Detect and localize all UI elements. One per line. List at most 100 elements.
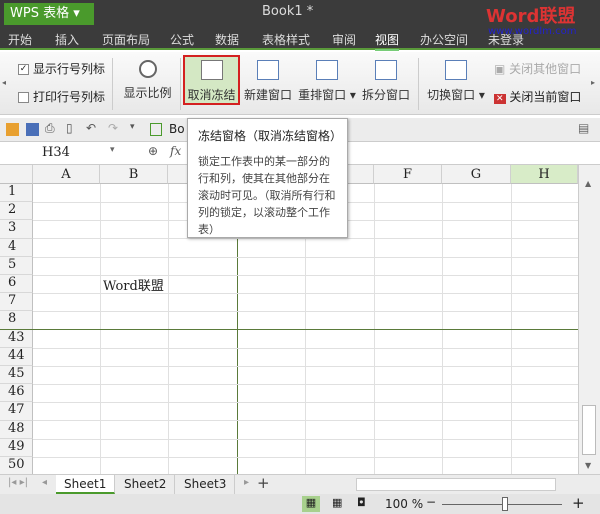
redo-icon[interactable]: ↷ bbox=[108, 121, 118, 135]
grid-line bbox=[33, 311, 578, 313]
row-header-2[interactable]: 2 bbox=[0, 202, 33, 221]
label: 重排窗口 bbox=[298, 88, 347, 102]
add-sheet-icon[interactable]: + bbox=[257, 474, 270, 492]
page-break-view-icon[interactable]: ▦ bbox=[332, 496, 342, 509]
grid-line bbox=[33, 384, 578, 385]
column-header-H[interactable]: H bbox=[511, 165, 578, 184]
row-header-44[interactable]: 44 bbox=[0, 347, 33, 366]
row-header-49[interactable]: 49 bbox=[0, 438, 33, 457]
switch-window-button[interactable]: 切换窗口 ▾ bbox=[426, 54, 486, 103]
menu-6[interactable]: 审阅 bbox=[332, 31, 356, 48]
column-header-A[interactable]: A bbox=[33, 165, 100, 184]
arrange-icon bbox=[316, 60, 338, 80]
row-header-4[interactable]: 4 bbox=[0, 238, 33, 257]
print-headers-checkbox[interactable]: 打印行号列标 bbox=[18, 88, 105, 105]
menu-2[interactable]: 页面布局 bbox=[102, 31, 150, 48]
column-header-B[interactable]: B bbox=[100, 165, 168, 184]
menu-4[interactable]: 数据 bbox=[215, 31, 239, 48]
row-header-48[interactable]: 48 bbox=[0, 420, 33, 439]
row-header-3[interactable]: 3 bbox=[0, 220, 33, 239]
new-window-icon bbox=[257, 60, 279, 80]
menu-7[interactable]: 视图 bbox=[375, 31, 400, 51]
label: 取消冻结 bbox=[187, 88, 236, 102]
sheet-tab-2[interactable]: Sheet2 bbox=[116, 475, 176, 494]
column-header-G[interactable]: G bbox=[442, 165, 511, 184]
fx-icon[interactable]: fx bbox=[170, 144, 181, 158]
zoom-button[interactable]: 显示比例 bbox=[120, 54, 175, 101]
workbook-tab[interactable]: Bo bbox=[169, 122, 185, 136]
zoom-slider-thumb[interactable] bbox=[502, 497, 508, 511]
name-box-dropdown-icon[interactable]: ▾ bbox=[110, 145, 115, 155]
tooltip-body: 锁定工作表中的某一部分的行和列，使其在其他部分在滚动时可见。（取消所有行和列的锁… bbox=[198, 155, 336, 236]
sheet-tab-3[interactable]: Sheet3 bbox=[176, 475, 236, 494]
zoom-out-icon[interactable]: − bbox=[426, 495, 436, 509]
select-all-corner[interactable] bbox=[0, 165, 33, 184]
prev-sheet-icon[interactable]: ◂ bbox=[42, 477, 47, 488]
status-bar: ▦ ▦ ◘ 100 % − + bbox=[0, 494, 600, 514]
row-header-6[interactable]: 6 bbox=[0, 275, 33, 294]
grid-line bbox=[33, 438, 578, 440]
menu-8[interactable]: 办公空间 bbox=[420, 31, 468, 48]
grid-line bbox=[33, 238, 578, 240]
zoom-lookup-icon[interactable]: ⊕ bbox=[148, 144, 158, 158]
open-icon[interactable] bbox=[6, 123, 19, 136]
row-header-7[interactable]: 7 bbox=[0, 293, 33, 312]
label: 显示比例 bbox=[123, 86, 172, 100]
checkbox-unchecked[interactable] bbox=[18, 92, 29, 103]
zoom-in-icon[interactable]: + bbox=[572, 494, 585, 512]
row-header-8[interactable]: 8 bbox=[0, 311, 33, 330]
preview-icon[interactable]: ▯ bbox=[66, 121, 73, 135]
watermark-url: www.wordlm.com bbox=[488, 26, 577, 37]
label: 切换窗口 bbox=[427, 88, 476, 102]
grid-line bbox=[33, 402, 578, 404]
title-bar: WPS 表格 ▾ Book1 * Word联盟 bbox=[0, 0, 600, 28]
menu-3[interactable]: 公式 bbox=[170, 31, 194, 48]
print-icon[interactable]: ⎙ bbox=[45, 121, 55, 136]
name-box[interactable]: H34 bbox=[4, 144, 120, 162]
row-header-46[interactable]: 46 bbox=[0, 384, 33, 403]
scroll-up-icon[interactable]: ▲ bbox=[585, 179, 591, 188]
checkbox-checked[interactable]: ✓ bbox=[18, 64, 29, 75]
close-other-windows-button[interactable]: ▣ 关闭其他窗口 bbox=[494, 60, 581, 77]
grid-line bbox=[33, 420, 578, 422]
label: 打印行号列标 bbox=[33, 90, 106, 104]
column-header-F[interactable]: F bbox=[374, 165, 442, 184]
show-headers-checkbox[interactable]: ✓ 显示行号列标 bbox=[18, 60, 105, 77]
row-header-45[interactable]: 45 bbox=[0, 366, 33, 385]
app-name: WPS 表格 bbox=[10, 6, 70, 21]
cell-b6[interactable]: Word联盟 bbox=[103, 275, 164, 294]
ribbon-scroll-right[interactable]: ▸ bbox=[591, 78, 595, 87]
full-screen-icon[interactable]: ◘ bbox=[357, 496, 366, 509]
row-header-50[interactable]: 50 bbox=[0, 457, 33, 476]
arrange-windows-button[interactable]: 重排窗口 ▾ bbox=[297, 54, 357, 103]
sheet-tab-1[interactable]: Sheet1 bbox=[56, 475, 116, 494]
row-header-5[interactable]: 5 bbox=[0, 256, 33, 275]
vertical-scrollbar[interactable]: ▲ ▼ bbox=[578, 165, 600, 474]
row-header-1[interactable]: 1 bbox=[0, 184, 33, 203]
first-sheet-icon[interactable]: |◂ ▸| bbox=[8, 477, 28, 488]
customize-dropdown-icon[interactable]: ▾ bbox=[130, 122, 135, 132]
normal-view-icon[interactable]: ▦ bbox=[302, 496, 320, 512]
menu-5[interactable]: 表格样式 bbox=[262, 31, 310, 48]
save-icon[interactable] bbox=[26, 123, 39, 136]
label: 关闭其他窗口 bbox=[509, 62, 582, 76]
unfreeze-button[interactable]: 取消冻结 bbox=[183, 55, 240, 105]
close-current-window-button[interactable]: ✕ 关闭当前窗口 bbox=[494, 88, 581, 105]
scroll-thumb[interactable] bbox=[582, 405, 596, 455]
app-menu-button[interactable]: WPS 表格 ▾ bbox=[4, 3, 94, 25]
workbook-icon bbox=[150, 123, 162, 136]
next-sheet-icon[interactable]: ▸ bbox=[244, 477, 249, 488]
new-window-button[interactable]: 新建窗口 bbox=[242, 54, 294, 103]
horizontal-scrollbar[interactable] bbox=[356, 478, 556, 491]
row-header-47[interactable]: 47 bbox=[0, 402, 33, 421]
tab-list-icon[interactable]: ▤ bbox=[578, 121, 589, 135]
menu-0[interactable]: 开始 bbox=[8, 31, 32, 48]
label: 显示行号列标 bbox=[33, 62, 106, 76]
row-header-43[interactable]: 43 bbox=[0, 329, 33, 348]
ribbon-scroll-left[interactable]: ◂ bbox=[2, 78, 6, 87]
menu-1[interactable]: 插入 bbox=[55, 31, 79, 48]
grid-line bbox=[33, 456, 578, 458]
scroll-down-icon[interactable]: ▼ bbox=[585, 461, 591, 470]
undo-icon[interactable]: ↶ bbox=[86, 121, 96, 135]
split-window-button[interactable]: 拆分窗口 bbox=[360, 54, 412, 103]
